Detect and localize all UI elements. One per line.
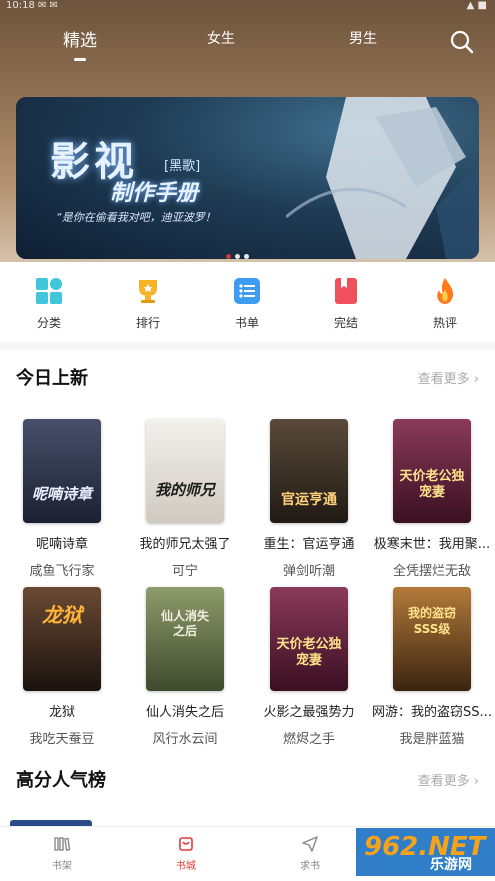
status-bar: 10:18 ✉ ✉ ▲ ■ bbox=[0, 0, 495, 14]
category-label: 书单 bbox=[234, 316, 259, 330]
banner-pagination bbox=[226, 244, 253, 263]
book-cover: 我的盗窃SSS级 bbox=[393, 587, 471, 691]
pagination-dot[interactable] bbox=[244, 254, 249, 259]
category-booklist[interactable]: 书单 bbox=[212, 276, 282, 331]
top-tab-bar: 精选 女生 男生 bbox=[0, 24, 495, 64]
pagination-dot[interactable] bbox=[235, 254, 240, 259]
book-author: 弹剑听潮 bbox=[282, 564, 335, 579]
cover-title: 官运亨通 bbox=[281, 492, 337, 508]
book-card[interactable]: 龙狱 龙狱 我吃天蚕豆 bbox=[2, 587, 122, 747]
book-cover: 我的师兄 bbox=[146, 419, 224, 523]
book-card[interactable]: 呢喃诗章 呢喃诗章 咸鱼飞行家 bbox=[2, 419, 122, 579]
see-more-link[interactable]: 查看更多 › bbox=[418, 368, 479, 387]
banner-subtitle: 制作手册 bbox=[110, 181, 199, 206]
bookshelf-icon bbox=[53, 835, 71, 853]
cover-title: 天价老公独宠妻 bbox=[276, 637, 342, 668]
active-tab-indicator bbox=[74, 58, 86, 61]
site-watermark: 962.NET 乐游网 bbox=[356, 828, 495, 876]
pagination-dot[interactable] bbox=[226, 254, 231, 259]
nav-request-book[interactable]: 求书 bbox=[280, 835, 340, 872]
book-author: 我吃天蚕豆 bbox=[29, 732, 95, 747]
category-panel: 分类 排行 书单 完结 热评 bbox=[0, 262, 495, 342]
banner-figure-art bbox=[286, 97, 479, 259]
book-cover: 呢喃诗章 bbox=[23, 419, 101, 523]
section-title: 高分人气榜 bbox=[16, 770, 106, 791]
search-icon[interactable] bbox=[447, 27, 477, 57]
cover-title: 天价老公独宠妻 bbox=[399, 469, 465, 500]
book-author: 全凭摆烂无敌 bbox=[392, 564, 471, 579]
list-icon bbox=[232, 276, 262, 306]
category-label: 排行 bbox=[135, 316, 160, 330]
status-left: 10:18 ✉ ✉ bbox=[6, 0, 58, 11]
cover-title: 呢喃诗章 bbox=[31, 485, 92, 503]
book-card[interactable]: 我的师兄 我的师兄太强了 可宁 bbox=[125, 419, 245, 579]
category-label: 完结 bbox=[333, 316, 358, 330]
category-ranking[interactable]: 排行 bbox=[113, 276, 183, 331]
category-label: 分类 bbox=[36, 316, 61, 330]
banner-tag: [黑歌] bbox=[164, 159, 201, 174]
tab-male[interactable]: 男生 bbox=[323, 28, 403, 48]
nav-label: 书架 bbox=[52, 861, 72, 872]
book-title: 极寒末世：我用聚... bbox=[373, 537, 491, 552]
book-cover: 天价老公独宠妻 bbox=[393, 419, 471, 523]
trophy-icon bbox=[133, 276, 163, 306]
book-author: 我是胖蓝猫 bbox=[399, 732, 465, 747]
banner-quote: “是你在偷看我对吧，迪亚波罗！ bbox=[56, 211, 216, 224]
book-card[interactable]: 我的盗窃SSS级 网游：我的盗窃SS... 我是胖蓝猫 bbox=[372, 587, 492, 747]
book-card[interactable]: 官运亨通 重生：官运亨通 弹剑听潮 bbox=[249, 419, 369, 579]
category-hot-comments[interactable]: 热评 bbox=[410, 276, 480, 331]
promo-banner[interactable]: 影视 [黑歌] 制作手册 “是你在偷看我对吧，迪亚波罗！ bbox=[16, 97, 479, 259]
book-card[interactable]: 天价老公独宠妻 火影之最强势力 燃烬之手 bbox=[249, 587, 369, 747]
tab-female[interactable]: 女生 bbox=[181, 28, 261, 48]
nav-label: 求书 bbox=[300, 861, 320, 872]
book-title: 呢喃诗章 bbox=[35, 537, 88, 552]
cover-title: 我的师兄 bbox=[154, 481, 215, 499]
bookmark-icon bbox=[331, 276, 361, 306]
cover-title: 仙人消失之后 bbox=[160, 609, 209, 638]
nav-bookshelf[interactable]: 书架 bbox=[32, 835, 92, 872]
book-title: 火影之最强势力 bbox=[263, 705, 355, 720]
book-title: 网游：我的盗窃SS... bbox=[372, 705, 492, 720]
nav-bookstore[interactable]: 书城 bbox=[156, 835, 216, 872]
book-author: 风行水云间 bbox=[152, 732, 218, 747]
send-icon bbox=[301, 835, 319, 853]
section-title: 今日上新 bbox=[16, 368, 88, 389]
category-classify[interactable]: 分类 bbox=[14, 276, 84, 331]
book-title: 龙狱 bbox=[48, 705, 75, 720]
see-more-link[interactable]: 查看更多 › bbox=[418, 770, 479, 789]
book-card[interactable]: 仙人消失之后 仙人消失之后 风行水云间 bbox=[125, 587, 245, 747]
category-label: 热评 bbox=[432, 316, 457, 330]
cover-title: 我的盗窃SSS级 bbox=[407, 606, 456, 636]
grid-icon bbox=[34, 276, 64, 306]
book-author: 咸鱼飞行家 bbox=[29, 564, 95, 579]
book-cover: 天价老公独宠妻 bbox=[270, 587, 348, 691]
book-title: 重生：官运亨通 bbox=[263, 537, 355, 552]
watermark-text: 乐游网 bbox=[430, 857, 472, 873]
status-right: ▲ ■ bbox=[466, 0, 487, 11]
store-bag-icon bbox=[177, 835, 195, 853]
popular-section: 高分人气榜 查看更多 › bbox=[0, 752, 495, 826]
book-author: 可宁 bbox=[171, 564, 198, 579]
book-title: 我的师兄太强了 bbox=[139, 537, 231, 552]
book-author: 燃烬之手 bbox=[282, 732, 335, 747]
tab-featured[interactable]: 精选 bbox=[40, 26, 120, 51]
category-finished[interactable]: 完结 bbox=[311, 276, 381, 331]
book-cover: 官运亨通 bbox=[270, 419, 348, 523]
book-title: 仙人消失之后 bbox=[145, 705, 224, 720]
cover-title: 龙狱 bbox=[42, 603, 82, 627]
nav-label: 书城 bbox=[176, 861, 196, 872]
book-cover: 龙狱 bbox=[23, 587, 101, 691]
book-card[interactable]: 天价老公独宠妻 极寒末世：我用聚... 全凭摆烂无敌 bbox=[372, 419, 492, 579]
flame-icon bbox=[430, 276, 460, 306]
book-cover: 仙人消失之后 bbox=[146, 587, 224, 691]
